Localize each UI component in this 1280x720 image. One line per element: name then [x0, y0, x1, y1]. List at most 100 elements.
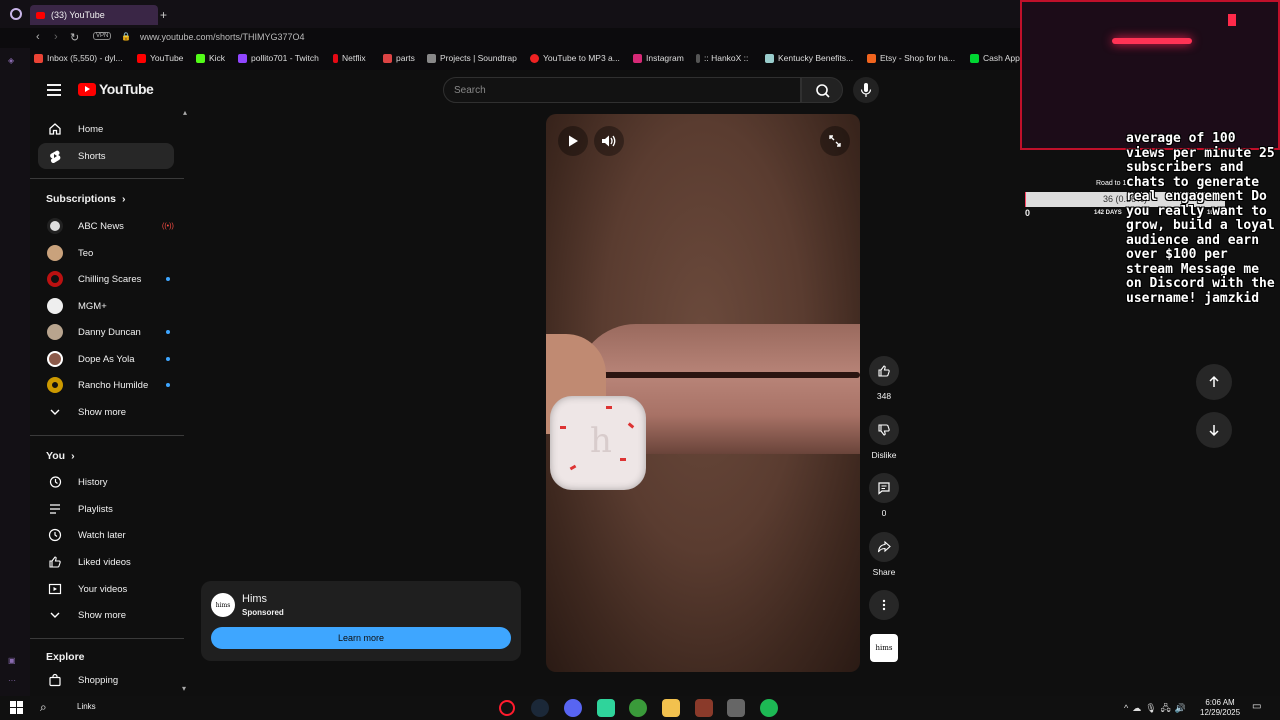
- new-content-dot: [166, 330, 170, 334]
- bookmark-item[interactable]: parts: [383, 53, 415, 63]
- sidebar-extension-icon[interactable]: ▣: [8, 656, 16, 665]
- dislike-button[interactable]: Dislike: [868, 415, 900, 460]
- subscription-abc-news[interactable]: ABC News ((•)): [38, 213, 174, 239]
- subscriptions-show-more[interactable]: Show more: [38, 399, 174, 425]
- nav-playlists[interactable]: Playlists: [38, 496, 174, 522]
- history-icon: [47, 474, 63, 490]
- bookmark-item[interactable]: pollito701 - Twitch: [238, 53, 319, 63]
- avatar: [47, 377, 63, 393]
- globe-app-taskbar-icon[interactable]: [629, 699, 647, 717]
- you-show-more[interactable]: Show more: [38, 602, 174, 628]
- bookmark-item[interactable]: Etsy - Shop for ha...: [867, 53, 955, 63]
- voice-search-button[interactable]: [853, 77, 879, 103]
- youtube-logo[interactable]: YouTube: [78, 81, 154, 97]
- expand-icon: [829, 135, 841, 147]
- system-tray-icons[interactable]: ^☁🎙🖧🔊: [1124, 701, 1190, 717]
- fullscreen-button[interactable]: [820, 126, 850, 156]
- subscription-rancho-humilde[interactable]: Rancho Humilde: [38, 372, 174, 398]
- taskbar-search-icon[interactable]: ⌕: [40, 700, 47, 715]
- nav-shopping[interactable]: Shopping: [38, 667, 174, 693]
- nav-home[interactable]: Home: [38, 116, 174, 142]
- android-app-taskbar-icon[interactable]: [597, 699, 615, 717]
- subscription-danny-duncan[interactable]: Danny Duncan: [38, 319, 174, 345]
- share-icon: [877, 540, 891, 553]
- bookmark-item[interactable]: Instagram: [633, 53, 684, 63]
- bookmark-item[interactable]: Netflix: [333, 53, 366, 63]
- menu-icon[interactable]: [47, 84, 61, 96]
- previous-short-button[interactable]: [1196, 364, 1232, 400]
- forward-icon[interactable]: ›: [54, 31, 58, 43]
- search-input[interactable]: Search: [443, 77, 801, 103]
- more-actions-button[interactable]: [868, 590, 900, 625]
- nav-watch-later[interactable]: Watch later: [38, 522, 174, 548]
- bookmark-item[interactable]: Inbox (5,550) - dyl...: [34, 53, 123, 63]
- bookmark-item[interactable]: YouTube to MP3 a...: [530, 53, 620, 63]
- avatar: [47, 324, 63, 340]
- back-icon[interactable]: ‹: [36, 31, 40, 43]
- subscription-teo[interactable]: Teo: [38, 240, 174, 266]
- nav-liked-videos[interactable]: Liked videos: [38, 549, 174, 575]
- share-label: Share: [872, 567, 896, 577]
- windows-start-icon[interactable]: [10, 701, 23, 714]
- nav-your-videos[interactable]: Your videos: [38, 576, 174, 602]
- like-button[interactable]: 348: [868, 356, 900, 401]
- file-explorer-taskbar-icon[interactable]: [662, 699, 680, 717]
- goal-days: 142 DAYS: [1094, 210, 1122, 216]
- advertiser-name[interactable]: Hims: [242, 593, 267, 605]
- taskbar-clock[interactable]: 6:06 AM 12/29/2025: [1200, 698, 1240, 718]
- advertiser-logo[interactable]: hims: [211, 593, 235, 617]
- new-tab-button[interactable]: +: [160, 8, 167, 22]
- bookmark-item[interactable]: Projects | Soundtrap: [427, 53, 517, 63]
- comments-button[interactable]: 0: [868, 473, 900, 518]
- subscription-mgm[interactable]: MGM+: [38, 293, 174, 319]
- discord-taskbar-icon[interactable]: [564, 699, 582, 717]
- subscription-dope-as-yola[interactable]: Dope As Yola: [38, 346, 174, 372]
- bookmark-item[interactable]: YouTube: [137, 53, 183, 63]
- short-video-player[interactable]: h: [546, 114, 860, 672]
- spotify-taskbar-icon[interactable]: [760, 699, 778, 717]
- gear-app-taskbar-icon[interactable]: [727, 699, 745, 717]
- nav-shorts[interactable]: Shorts: [38, 143, 174, 169]
- links-toolbar[interactable]: Links: [77, 702, 96, 711]
- lock-icon[interactable]: 🔒: [121, 32, 131, 41]
- you-heading[interactable]: You ›: [46, 450, 75, 462]
- comment-icon: [878, 482, 890, 495]
- steam-taskbar-icon[interactable]: [531, 699, 549, 717]
- reload-icon[interactable]: ↻: [70, 31, 79, 44]
- kick-icon: [196, 53, 205, 63]
- video-frame-pill: h: [550, 396, 646, 490]
- share-button[interactable]: Share: [868, 532, 900, 577]
- nav-history[interactable]: History: [38, 469, 174, 495]
- opera-gx-corner-icon[interactable]: ◈: [8, 56, 14, 65]
- bookmark-item[interactable]: Kentucky Benefits...: [765, 53, 853, 63]
- search-button[interactable]: [801, 77, 843, 103]
- more-icon[interactable]: ···: [8, 676, 16, 685]
- vpn-badge[interactable]: VPN: [93, 32, 112, 40]
- mic-icon: [860, 83, 872, 97]
- subscriptions-heading[interactable]: Subscriptions ›: [46, 193, 126, 205]
- avatar: [47, 245, 63, 261]
- bookmark-item[interactable]: Cash App: [970, 53, 1020, 63]
- next-short-button[interactable]: [1196, 412, 1232, 448]
- bookmark-item[interactable]: Kick: [196, 53, 225, 63]
- browser-tab[interactable]: (33) YouTube: [30, 5, 158, 25]
- play-button[interactable]: [558, 126, 588, 156]
- clock-date: 12/29/2025: [1200, 708, 1241, 717]
- sidebar-scroll-up-icon[interactable]: ▴: [183, 108, 187, 117]
- explore-heading: Explore: [46, 651, 85, 663]
- url-field[interactable]: www.youtube.com/shorts/THIMYG377O4: [140, 32, 305, 42]
- volume-button[interactable]: [594, 126, 624, 156]
- windows-taskbar: ⌕ Links ^☁🎙🖧🔊 6:06 AM 12/29/2025 ▭: [0, 696, 1280, 720]
- thumbs-up-icon: [47, 554, 63, 570]
- game-taskbar-icon[interactable]: [695, 699, 713, 717]
- notification-icon[interactable]: ▭: [1252, 701, 1261, 712]
- opera-logo-icon[interactable]: [10, 8, 22, 20]
- mp3-converter-icon: [530, 53, 539, 63]
- youtube-icon: [137, 53, 146, 63]
- channel-avatar[interactable]: hims: [870, 634, 898, 662]
- opera-gx-taskbar-icon[interactable]: [499, 700, 515, 716]
- sidebar-scroll-down-icon[interactable]: ▾: [182, 684, 186, 693]
- bookmark-item[interactable]: :: HankoX ::: [696, 53, 748, 63]
- subscription-chilling-scares[interactable]: Chilling Scares: [38, 266, 174, 292]
- learn-more-button[interactable]: Learn more: [211, 627, 511, 649]
